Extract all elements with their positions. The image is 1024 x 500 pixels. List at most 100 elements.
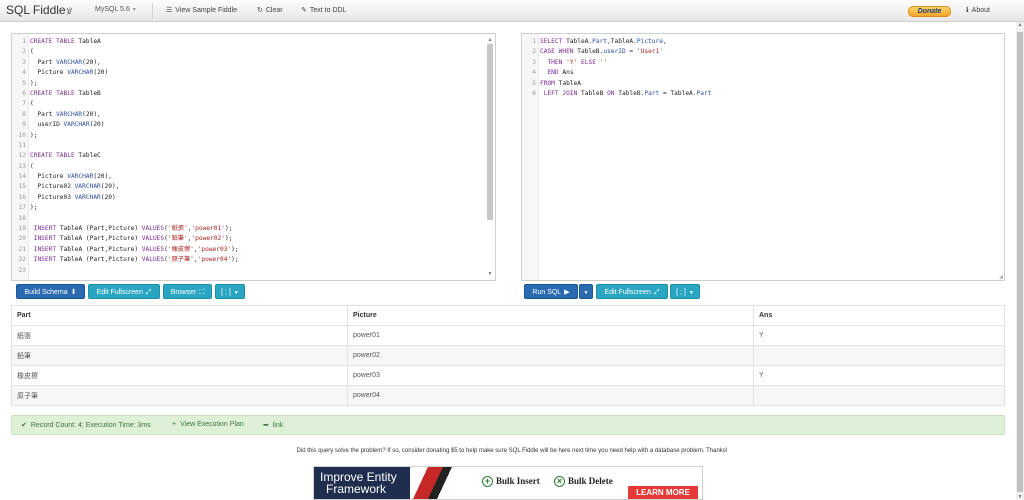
scroll-up-icon[interactable]: ▲ — [486, 36, 494, 44]
code-line: 6 CREATE TABLE TableB — [12, 89, 239, 99]
chevron-down-icon: ▼ — [583, 290, 589, 296]
scroll-down-icon[interactable]: ▼ — [486, 270, 494, 278]
line-number: 10 — [18, 131, 26, 139]
text-to-ddl-label: Text to DDL — [309, 7, 347, 14]
view-sample-fiddle-button[interactable]: ☰ View Sample Fiddle — [166, 6, 237, 14]
line-number: 8 — [22, 110, 26, 118]
schema-delimiter-dropdown[interactable]: [ ; ] ▼ — [215, 284, 245, 299]
ad-feature-bulk-delete: × Bulk Delete — [554, 476, 613, 487]
line-number: 7 — [22, 100, 26, 108]
cell-picture: power04 — [347, 385, 754, 406]
cell-ans — [753, 385, 1005, 406]
table-row: 橡皮擦 power03 Y — [11, 365, 1005, 386]
line-number: 18 — [18, 214, 26, 222]
query-edit-fullscreen-button[interactable]: Edit Fullscreen ⤢ — [596, 284, 668, 299]
code-text: Picture VARCHAR(20) — [30, 69, 109, 77]
clear-label: Clear — [265, 7, 283, 14]
schema-editor[interactable]: 1 CREATE TABLE TableA 2 (3 Part VARCHAR(20)… — [11, 33, 496, 281]
table-row: 鉛筆 power02 — [11, 345, 1005, 366]
code-text: CREATE TABLE TableA — [30, 38, 101, 45]
code-text: ); — [30, 131, 38, 139]
ad-learn-more-button[interactable]: LEARN MORE — [628, 486, 698, 499]
info-icon: ℹ — [966, 7, 969, 14]
fiddle-logo-icon: ꝟ — [66, 5, 73, 17]
line-number: 22 — [18, 256, 26, 264]
donate-button[interactable]: Donate — [908, 6, 951, 17]
cell-picture: power03 — [347, 365, 754, 386]
code-line: 9 userID VARCHAR(20) — [12, 120, 239, 130]
text-to-ddl-button[interactable]: ✎ Text to DDL — [301, 6, 346, 14]
brand-logo[interactable]: SQL Fiddleꝟ — [6, 3, 72, 18]
scroll-down-icon[interactable]: ▼ — [1016, 494, 1024, 500]
column-header-picture: Picture — [347, 305, 754, 326]
build-schema-button[interactable]: Build Schema ⬇ — [16, 284, 85, 299]
code-text: ( — [30, 162, 34, 170]
schema-scroll-thumb[interactable] — [487, 44, 493, 220]
execution-status-bar: ✔ Record Count: 4; Execution Time: 3ms + V… — [11, 415, 1005, 435]
schema-scrollbar[interactable]: ▲ ▼ — [486, 36, 494, 278]
cell-part: 橡皮擦 — [11, 365, 348, 386]
line-number: 4 — [532, 69, 536, 77]
ad-banner[interactable]: Improve Entity Framework + Bulk Insert × B… — [313, 466, 703, 500]
line-number: 14 — [18, 173, 26, 181]
database-selector[interactable]: MySQL 5.6 ▼ — [95, 6, 137, 13]
clear-button[interactable]: ↻ Clear — [257, 6, 283, 14]
build-schema-label: Build Schema — [24, 289, 68, 296]
scroll-up-icon[interactable]: ▲ — [1016, 22, 1024, 28]
line-number: 3 — [532, 58, 536, 66]
top-navbar: SQL Fiddleꝟ MySQL 5.6 ▼ ☰ View Sample Fidd… — [0, 0, 1024, 22]
resize-handle-icon[interactable]: ◢ — [999, 274, 1003, 280]
results-header-row: Part Picture Ans — [11, 305, 1005, 326]
permalink[interactable]: ➦ link — [263, 421, 283, 429]
column-header-ans: Ans — [753, 305, 1005, 326]
query-delimiter-dropdown[interactable]: [ ; ] ▼ — [670, 284, 700, 299]
code-line: 12 CREATE TABLE TableC — [12, 151, 239, 161]
code-text: ); — [30, 79, 38, 87]
nav-divider — [152, 3, 153, 19]
line-number: 6 — [22, 89, 26, 97]
chevron-down-icon: ▼ — [131, 7, 137, 13]
code-line: 21 INSERT TableA (Part,Picture) VALUES('… — [12, 245, 239, 255]
code-line: 3 THEN 'Y' ELSE '' — [522, 58, 711, 68]
record-count-text: Record Count: 4; Execution Time: 3ms — [30, 422, 151, 429]
ad-feature-label: Bulk Delete — [568, 476, 613, 486]
edit-fullscreen-label: Edit Fullscreen — [604, 289, 651, 296]
view-sample-label: View Sample Fiddle — [175, 7, 238, 14]
run-sql-button[interactable]: Run SQL ▶ — [524, 284, 578, 299]
code-line: 4 END Ans — [522, 68, 711, 78]
page-scroll-thumb[interactable] — [1017, 32, 1023, 492]
line-number: 2 — [22, 48, 26, 56]
line-number: 3 — [22, 58, 26, 66]
code-line: 14 Picture VARCHAR(20), — [12, 172, 239, 182]
list-icon: ☰ — [166, 7, 173, 14]
delimiter-label: [ ; ] — [221, 289, 231, 296]
code-text: Part VARCHAR(20), — [30, 110, 101, 118]
view-plan-label: View Execution Plan — [180, 421, 244, 428]
query-code: 1 SELECT TableA.Part,TableA.Picture, 2 CASE… — [522, 37, 711, 99]
view-execution-plan-link[interactable]: + View Execution Plan — [172, 421, 244, 428]
line-number: 6 — [532, 89, 536, 97]
ad-title-line2: Framework — [326, 482, 387, 496]
chevron-down-icon: ▼ — [688, 290, 694, 296]
query-editor[interactable]: 1 SELECT TableA.Part,TableA.Picture, 2 CASE… — [521, 33, 1005, 281]
share-arrow-icon: ➦ — [263, 422, 269, 429]
code-text: ( — [30, 100, 34, 108]
code-text: CREATE TABLE TableB — [30, 89, 101, 97]
code-line: 1 CREATE TABLE TableA — [12, 37, 239, 47]
chevron-down-icon: ▼ — [233, 290, 239, 296]
page-scrollbar[interactable]: ▲ ▼ — [1016, 22, 1024, 500]
about-button[interactable]: ℹ About — [966, 6, 990, 14]
about-label: About — [971, 7, 990, 14]
browser-button[interactable]: Browser ⛶ — [163, 284, 212, 299]
line-number: 21 — [18, 245, 26, 253]
line-number: 13 — [18, 162, 26, 170]
delimiter-label: [ ; ] — [676, 289, 686, 296]
line-number: 15 — [18, 183, 26, 191]
code-text: END Ans — [547, 69, 574, 77]
brand-name: SQL Fiddle — [6, 3, 66, 17]
schema-edit-fullscreen-button[interactable]: Edit Fullscreen ⤢ — [88, 284, 160, 299]
record-count-status: ✔ Record Count: 4; Execution Time: 3ms — [21, 421, 151, 429]
run-sql-dropdown[interactable]: ▼ — [579, 284, 593, 299]
line-number: 1 — [22, 38, 26, 45]
expand-icon: ⤢ — [653, 289, 660, 296]
